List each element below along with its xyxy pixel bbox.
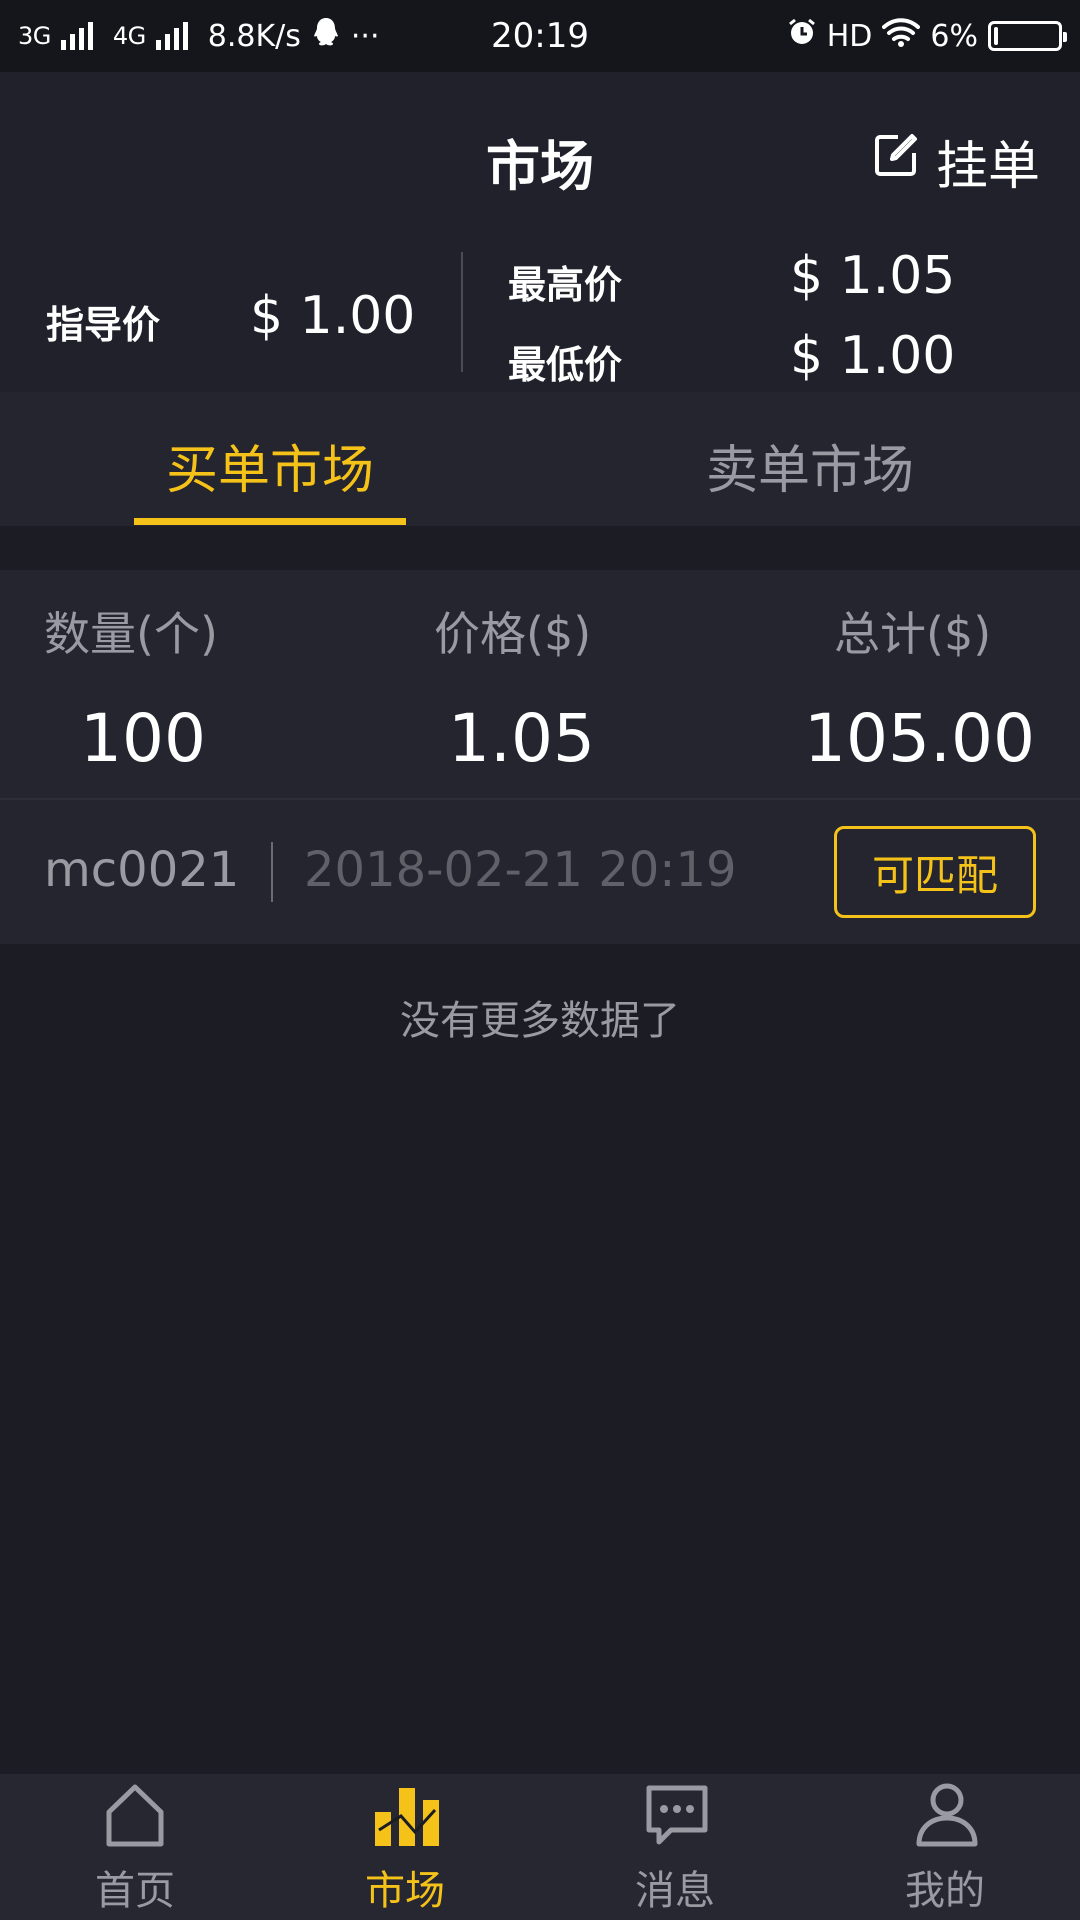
nav-profile[interactable]: 我的 [810, 1774, 1080, 1920]
price-summary: 指导价 $ 1.00 最高价 $ 1.05 最低价 $ 1.00 [0, 246, 1080, 392]
active-tab-indicator [134, 518, 406, 525]
status-left: 3G 4G 8.8K/s ··· [18, 16, 458, 56]
wifi-icon [882, 17, 921, 55]
nav-messages[interactable]: 消息 [540, 1774, 810, 1920]
post-order-button[interactable]: 挂单 [872, 124, 1040, 199]
column-header-total: 总计($) [834, 607, 992, 661]
edit-icon [872, 131, 920, 192]
high-price-label: 最高价 [508, 263, 623, 307]
nav-home[interactable]: 首页 [0, 1774, 270, 1920]
battery-level [994, 27, 998, 45]
order-card: 数量(个) 价格($) 总计($) 100 1.05 105.00 mc0021… [0, 570, 1080, 944]
post-order-label: 挂单 [935, 137, 1040, 197]
nav-label-profile: 我的 [905, 1868, 985, 1914]
network-type-2: 4G [112, 22, 146, 50]
match-button[interactable]: 可匹配 [834, 826, 1036, 918]
order-quantity: 100 [80, 700, 206, 777]
nav-label-home: 首页 [95, 1868, 175, 1914]
row-separator [0, 798, 1080, 800]
nav-market[interactable]: 市场 [270, 1774, 540, 1920]
high-price-value: $ 1.05 [790, 246, 956, 306]
order-time: 2018-02-21 20:19 [304, 842, 737, 898]
home-icon [105, 1782, 165, 1848]
guide-price-label: 指导价 [46, 303, 161, 347]
signal-bars-icon [155, 22, 188, 50]
no-more-data: 没有更多数据了 [400, 998, 680, 1044]
battery-icon [988, 21, 1067, 51]
guide-price-value: $ 1.00 [250, 286, 416, 346]
column-header-price: 价格($) [434, 607, 592, 661]
nav-label-market: 市场 [365, 1868, 445, 1914]
low-price-label: 最低价 [508, 343, 623, 387]
column-header-quantity: 数量(个) [44, 607, 218, 661]
qq-icon [311, 16, 341, 56]
header: 市场 挂单 [0, 72, 1080, 252]
alarm-icon [787, 17, 817, 55]
divider [461, 252, 463, 372]
bottom-nav: 首页 市场 消息 我的 [0, 1774, 1080, 1920]
status-bar: 3G 4G 8.8K/s ··· 20:19 HD 6% [0, 0, 1080, 72]
network-speed: 8.8K/s [207, 18, 301, 54]
meta-divider [271, 842, 273, 902]
status-right: HD 6% [787, 0, 1067, 72]
low-price-value: $ 1.00 [790, 326, 956, 386]
message-icon [645, 1782, 708, 1848]
battery-percent: 6% [930, 18, 978, 54]
nav-label-messages: 消息 [635, 1868, 715, 1914]
market-tabs: 买单市场 卖单市场 [0, 392, 1080, 526]
order-user: mc0021 [44, 842, 240, 898]
more-dots: ··· [350, 18, 380, 54]
hd-label: HD [826, 18, 873, 54]
profile-icon [915, 1782, 978, 1848]
market-chart-icon [375, 1782, 439, 1848]
screen: 3G 4G 8.8K/s ··· 20:19 HD 6% 市场 挂单 指导价 $… [0, 0, 1080, 1920]
signal-bars-icon [60, 22, 93, 50]
order-price: 1.05 [448, 700, 595, 777]
tab-buy-market[interactable]: 买单市场 [0, 428, 540, 503]
tab-sell-market[interactable]: 卖单市场 [540, 428, 1080, 503]
order-total: 105.00 [804, 700, 1035, 777]
network-type-1: 3G [18, 22, 51, 50]
